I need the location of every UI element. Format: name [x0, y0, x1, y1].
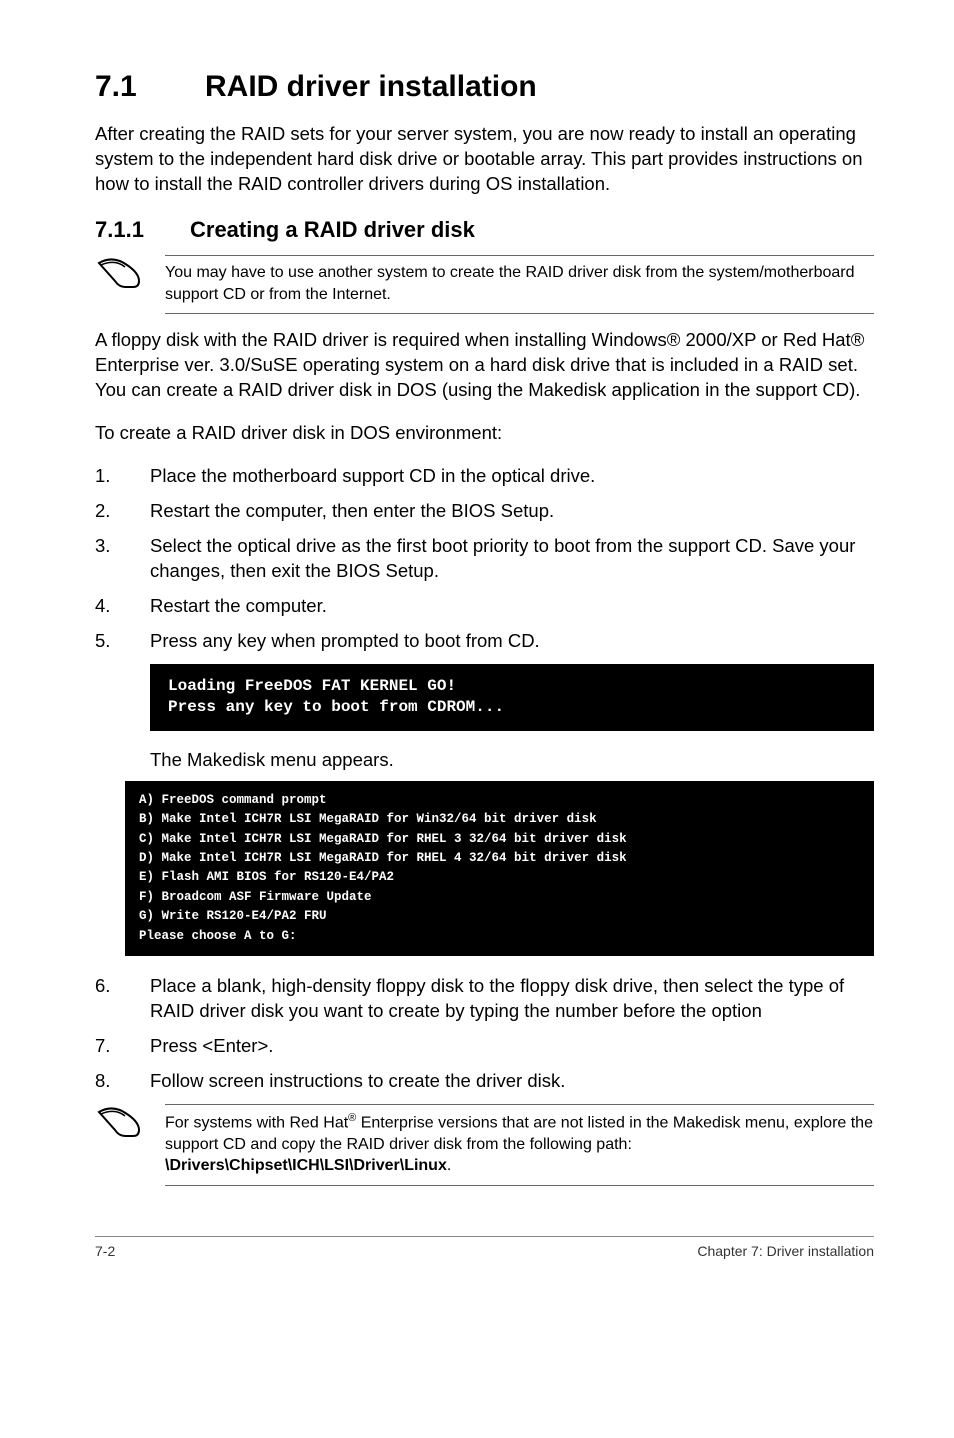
step-item: Follow screen instructions to create the…: [95, 1069, 874, 1094]
step-item: Press any key when prompted to boot from…: [95, 629, 874, 654]
page-footer: 7-2 Chapter 7: Driver installation: [95, 1236, 874, 1259]
note-icon: [95, 1104, 165, 1145]
paragraph-2: To create a RAID driver disk in DOS envi…: [95, 421, 874, 446]
section-number: 7.1: [95, 70, 205, 104]
section-intro: After creating the RAID sets for your se…: [95, 122, 874, 197]
step-item: Restart the computer, then enter the BIO…: [95, 499, 874, 524]
note2-end: .: [447, 1157, 451, 1174]
note-text-1: You may have to use another system to cr…: [165, 255, 874, 314]
note-text-2: For systems with Red Hat® Enterprise ver…: [165, 1104, 874, 1186]
terminal-output-1: Loading FreeDOS FAT KERNEL GO! Press any…: [150, 664, 874, 731]
steps-list-a: Place the motherboard support CD in the …: [95, 464, 874, 654]
subsection-number: 7.1.1: [95, 217, 190, 243]
footer-page-number: 7-2: [95, 1243, 115, 1259]
step-item: Press <Enter>.: [95, 1034, 874, 1059]
footer-chapter: Chapter 7: Driver installation: [697, 1243, 874, 1259]
note2-pre: For systems with Red Hat: [165, 1114, 348, 1131]
note-icon: [95, 255, 165, 296]
step-item: Place the motherboard support CD in the …: [95, 464, 874, 489]
step-item: Restart the computer.: [95, 594, 874, 619]
after-terminal-1: The Makedisk menu appears.: [150, 749, 874, 771]
paragraph-1: A floppy disk with the RAID driver is re…: [95, 328, 874, 403]
subsection-title-text: Creating a RAID driver disk: [190, 217, 475, 242]
note-block-1: You may have to use another system to cr…: [95, 255, 874, 314]
steps-list-b: Place a blank, high-density floppy disk …: [95, 974, 874, 1094]
step-item: Select the optical drive as the first bo…: [95, 534, 874, 584]
subsection-heading: 7.1.1Creating a RAID driver disk: [95, 217, 874, 243]
section-title-text: RAID driver installation: [205, 70, 537, 103]
terminal-output-2: A) FreeDOS command prompt B) Make Intel …: [125, 781, 874, 956]
section-heading: 7.1RAID driver installation: [95, 70, 874, 104]
step-item: Place a blank, high-density floppy disk …: [95, 974, 874, 1024]
note-block-2: For systems with Red Hat® Enterprise ver…: [95, 1104, 874, 1186]
note2-path: \Drivers\Chipset\ICH\LSI\Driver\Linux: [165, 1157, 447, 1174]
